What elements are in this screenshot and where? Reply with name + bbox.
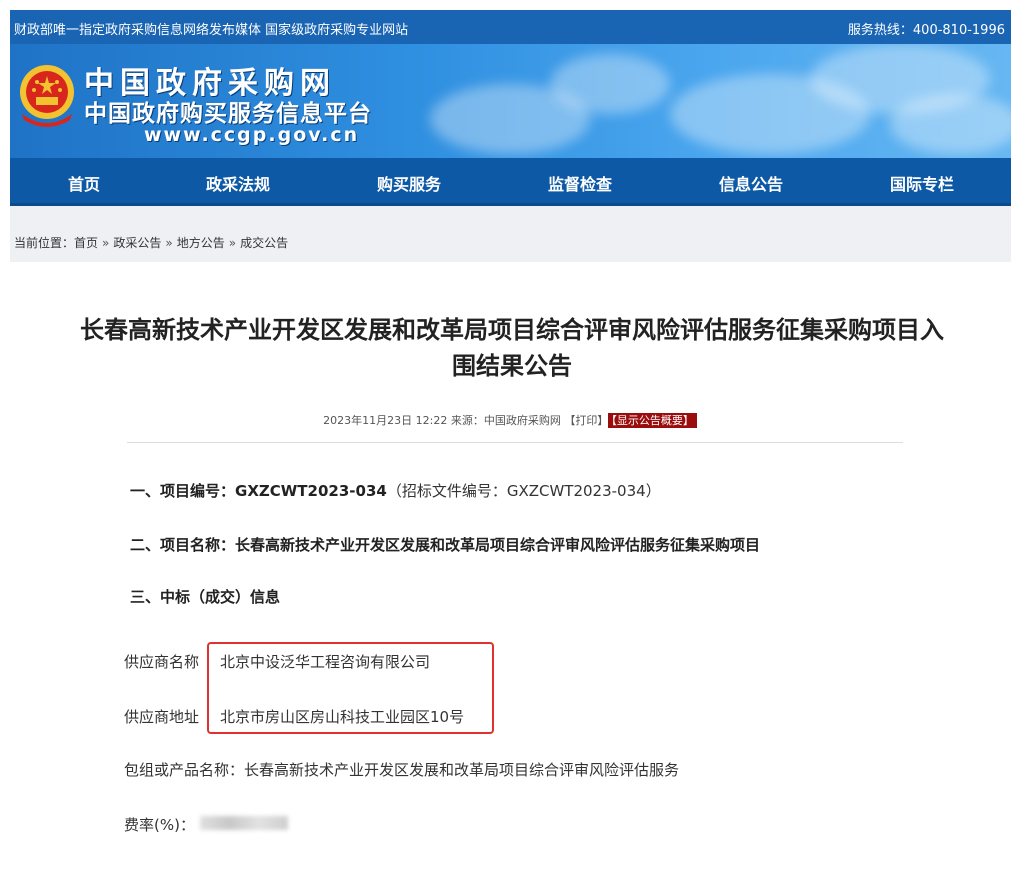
breadcrumb-item-deal[interactable]: 成交公告: [240, 236, 288, 250]
redacted-rate-value: [200, 816, 288, 830]
logo-url[interactable]: www.ccgp.gov.cn: [144, 124, 359, 146]
rate-row: 费率(%)：: [124, 814, 195, 835]
breadcrumb: 当前位置：首页» 政采公告» 地方公告» 成交公告: [10, 206, 1011, 262]
section-project-number: 一、项目编号：GXZCWT2023-034（招标文件编号：GXZCWT2023-…: [130, 480, 661, 501]
award-info-heading: 三、中标（成交）信息: [130, 588, 281, 606]
top-announcement-bar: 财政部唯一指定政府采购信息网络发布媒体 国家级政府采购专业网站 服务热线：400…: [10, 10, 1011, 44]
nav-item-home[interactable]: 首页: [68, 171, 100, 195]
package-label: 包组或产品名称：: [124, 761, 245, 779]
tender-doc-number: （招标文件编号：GXZCWT2023-034）: [386, 482, 661, 500]
nav-item-supervision[interactable]: 监督检查: [548, 171, 612, 195]
page: 财政部唯一指定政府采购信息网络发布媒体 国家级政府采购专业网站 服务热线：400…: [0, 0, 1021, 880]
breadcrumb-separator: »: [228, 236, 237, 250]
article-meta: 2023年11月23日 12:22 来源：中国政府采购网 【打印】 【显示公告概要…: [14, 412, 1006, 428]
rate-label: 费率(%)：: [124, 816, 195, 834]
national-emblem-icon[interactable]: [16, 62, 78, 128]
breadcrumb-item-local[interactable]: 地方公告: [177, 236, 225, 250]
site-banner: 中国政府采购网 中国政府购买服务信息平台 www.ccgp.gov.cn: [10, 44, 1011, 158]
site-tagline: 财政部唯一指定政府采购信息网络发布媒体 国家级政府采购专业网站: [14, 23, 409, 38]
divider: [127, 442, 903, 443]
breadcrumb-separator: »: [102, 236, 110, 250]
supplier-name-row: 供应商名称: [124, 651, 199, 672]
nav-item-purchase-service[interactable]: 购买服务: [377, 171, 441, 195]
article-title: 长春高新技术产业开发区发展和改革局项目综合评审风险评估服务征集采购项目入 围结果…: [32, 312, 992, 384]
logo-subtitle: 中国政府购买服务信息平台: [84, 100, 372, 127]
highlight-box: [207, 642, 494, 734]
supplier-name-label: 供应商名称: [124, 653, 200, 671]
supplier-address-row: 供应商地址: [124, 706, 199, 727]
breadcrumb-separator: »: [165, 236, 173, 250]
section-award-info: 三、中标（成交）信息: [130, 586, 280, 607]
supplier-address-label: 供应商地址: [124, 708, 200, 726]
nav-item-regulations[interactable]: 政采法规: [206, 171, 270, 195]
article-title-line2: 围结果公告: [452, 352, 572, 380]
article-card: 长春高新技术产业开发区发展和改革局项目综合评审风险评估服务征集采购项目入 围结果…: [14, 262, 1006, 612]
nav-item-international[interactable]: 国际专栏: [890, 171, 954, 195]
main-nav: 首页 政采法规 购买服务 监督检查 信息公告 国际专栏: [10, 158, 1011, 206]
nav-item-announcements[interactable]: 信息公告: [719, 171, 783, 195]
section-project-name: 二、项目名称：长春高新技术产业开发区发展和改革局项目综合评审风险评估服务征集采购…: [130, 534, 760, 555]
package-row: 包组或产品名称：长春高新技术产业开发区发展和改革局项目综合评审风险评估服务: [124, 759, 679, 780]
project-number: 一、项目编号：GXZCWT2023-034: [130, 482, 387, 500]
breadcrumb-item-procurement[interactable]: 政采公告: [113, 236, 161, 250]
article-meta-info: 2023年11月23日 12:22 来源：中国政府采购网 【打印】: [323, 414, 609, 427]
service-hotline[interactable]: 服务热线：400-810-1996: [848, 19, 1005, 38]
project-name: 二、项目名称：长春高新技术产业开发区发展和改革局项目综合评审风险评估服务征集采购…: [130, 536, 761, 554]
show-summary-button[interactable]: 【显示公告概要】: [608, 413, 697, 428]
package-value: 长春高新技术产业开发区发展和改革局项目综合评审风险评估服务: [244, 761, 680, 779]
article-title-line1: 长春高新技术产业开发区发展和改革局项目综合评审风险评估服务征集采购项目入: [80, 316, 944, 344]
breadcrumb-prefix: 当前位置：: [14, 236, 75, 250]
breadcrumb-item-home[interactable]: 首页: [74, 236, 98, 250]
